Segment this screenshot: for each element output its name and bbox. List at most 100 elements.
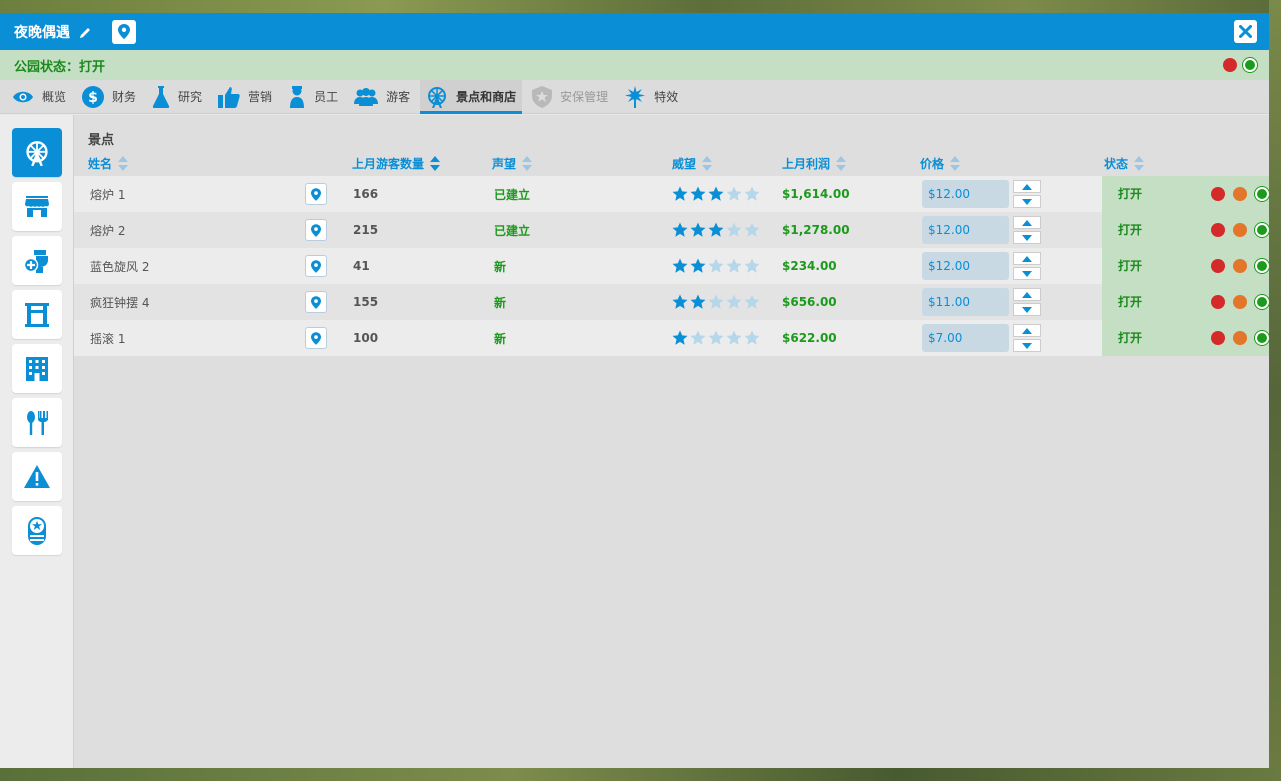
open-park-light[interactable] xyxy=(1243,58,1257,72)
close-attraction-light[interactable] xyxy=(1211,223,1225,237)
column-header-reputation[interactable]: 声望 xyxy=(492,155,533,172)
open-attraction-light[interactable] xyxy=(1255,295,1269,309)
test-attraction-light[interactable] xyxy=(1233,223,1247,237)
price-control: $12.00 xyxy=(922,248,1041,284)
tab-research[interactable]: 研究 xyxy=(146,80,208,114)
test-attraction-light[interactable] xyxy=(1233,259,1247,273)
close-button[interactable] xyxy=(1234,20,1257,43)
tab-attractions-shops[interactable]: 景点和商店 xyxy=(420,79,523,114)
tab-overview[interactable]: 概览 xyxy=(6,80,72,114)
sidebar-item-food[interactable] xyxy=(12,398,62,447)
profit-value: $234.00 xyxy=(782,259,837,273)
tab-finance[interactable]: $ 财务 xyxy=(76,80,142,114)
status-toggle[interactable] xyxy=(1211,187,1269,201)
tab-effects[interactable]: 特效 xyxy=(618,80,684,114)
sidebar-item-gates[interactable] xyxy=(12,290,62,339)
column-header-status[interactable]: 状态 xyxy=(1104,155,1145,172)
food-icon xyxy=(27,410,48,435)
chevron-up-icon xyxy=(1022,219,1032,226)
close-attraction-light[interactable] xyxy=(1211,187,1225,201)
sidebar-item-shops[interactable] xyxy=(12,182,62,231)
status-label: 打开 xyxy=(1118,223,1143,237)
open-attraction-light[interactable] xyxy=(1255,331,1269,345)
status-label: 打开 xyxy=(1118,295,1143,309)
test-attraction-light[interactable] xyxy=(1233,295,1247,309)
table-row[interactable]: 熔炉 1 166 已建立 $1,614.00 $12.00 打开 xyxy=(74,176,1269,212)
location-pin-icon xyxy=(118,24,130,39)
price-increase-button[interactable] xyxy=(1013,252,1041,265)
park-status-toggle[interactable] xyxy=(1223,58,1257,72)
chevron-down-icon xyxy=(1022,306,1032,313)
test-attraction-light[interactable] xyxy=(1233,331,1247,345)
price-input[interactable]: $12.00 xyxy=(922,252,1009,280)
locate-attraction-button[interactable] xyxy=(305,291,327,313)
close-park-light[interactable] xyxy=(1223,58,1237,72)
attraction-name: 熔炉 1 xyxy=(90,187,126,202)
reputation-value: 新 xyxy=(494,331,507,346)
status-label: 打开 xyxy=(1118,259,1143,273)
locate-attraction-button[interactable] xyxy=(305,327,327,349)
price-decrease-button[interactable] xyxy=(1013,267,1041,280)
price-decrease-button[interactable] xyxy=(1013,195,1041,208)
column-header-visitors[interactable]: 上月游客数量 xyxy=(352,155,441,172)
staff-icon xyxy=(290,85,305,108)
price-input[interactable]: $11.00 xyxy=(922,288,1009,316)
prestige-rating xyxy=(672,248,762,284)
open-attraction-light[interactable] xyxy=(1255,223,1269,237)
star-filled-icon xyxy=(690,186,706,201)
open-attraction-light[interactable] xyxy=(1255,187,1269,201)
sidebar-item-buildings[interactable] xyxy=(12,344,62,393)
status-toggle[interactable] xyxy=(1211,259,1269,273)
attraction-name: 摇滚 1 xyxy=(90,331,126,346)
price-decrease-button[interactable] xyxy=(1013,339,1041,352)
price-control: $7.00 xyxy=(922,320,1041,356)
attraction-name: 蓝色旋风 2 xyxy=(90,259,150,274)
tab-security[interactable]: 安保管理 xyxy=(526,80,614,114)
price-decrease-button[interactable] xyxy=(1013,303,1041,316)
star-empty-icon xyxy=(708,294,724,309)
test-attraction-light[interactable] xyxy=(1233,187,1247,201)
edit-name-icon[interactable] xyxy=(78,25,92,39)
close-attraction-light[interactable] xyxy=(1211,331,1225,345)
open-attraction-light[interactable] xyxy=(1255,259,1269,273)
status-toggle[interactable] xyxy=(1211,223,1269,237)
close-attraction-light[interactable] xyxy=(1211,295,1225,309)
column-header-prestige[interactable]: 威望 xyxy=(672,155,713,172)
tab-marketing[interactable]: 营销 xyxy=(212,80,278,114)
status-toggle[interactable] xyxy=(1211,331,1269,345)
status-toggle[interactable] xyxy=(1211,295,1269,309)
locate-attraction-button[interactable] xyxy=(305,255,327,277)
locate-attraction-button[interactable] xyxy=(305,183,327,205)
column-header-profit[interactable]: 上月利润 xyxy=(782,155,847,172)
thumbs-up-icon xyxy=(218,86,240,108)
price-decrease-button[interactable] xyxy=(1013,231,1041,244)
table-row[interactable]: 疯狂钟摆 4 155 新 $656.00 $11.00 打开 xyxy=(74,284,1269,320)
star-empty-icon xyxy=(690,330,706,345)
price-input[interactable]: $7.00 xyxy=(922,324,1009,352)
status-cell: 打开 xyxy=(1102,320,1269,356)
tab-staff[interactable]: 员工 xyxy=(282,80,344,114)
price-increase-button[interactable] xyxy=(1013,180,1041,193)
price-increase-button[interactable] xyxy=(1013,216,1041,229)
column-header-name[interactable]: 姓名 xyxy=(88,155,129,172)
price-increase-button[interactable] xyxy=(1013,324,1041,337)
location-pin-icon xyxy=(311,259,321,273)
sidebar-item-facilities[interactable] xyxy=(12,236,62,285)
table-row[interactable]: 熔炉 2 215 已建立 $1,278.00 $12.00 打开 xyxy=(74,212,1269,248)
sidebar-item-attractions[interactable] xyxy=(12,128,62,177)
table-row[interactable]: 蓝色旋风 2 41 新 $234.00 $12.00 打开 xyxy=(74,248,1269,284)
table-row[interactable]: 摇滚 1 100 新 $622.00 $7.00 打开 xyxy=(74,320,1269,356)
close-attraction-light[interactable] xyxy=(1211,259,1225,273)
price-increase-button[interactable] xyxy=(1013,288,1041,301)
tab-guests[interactable]: 游客 xyxy=(348,80,416,114)
column-header-price[interactable]: 价格 xyxy=(920,155,961,172)
price-input[interactable]: $12.00 xyxy=(922,216,1009,244)
reputation-value: 新 xyxy=(494,295,507,310)
sidebar-item-hazards[interactable] xyxy=(12,452,62,501)
tab-label: 特效 xyxy=(654,90,679,104)
star-filled-icon xyxy=(672,222,688,237)
locate-attraction-button[interactable] xyxy=(305,219,327,241)
price-input[interactable]: $12.00 xyxy=(922,180,1009,208)
locate-park-button[interactable] xyxy=(112,19,136,44)
sidebar-item-security[interactable] xyxy=(12,506,62,555)
